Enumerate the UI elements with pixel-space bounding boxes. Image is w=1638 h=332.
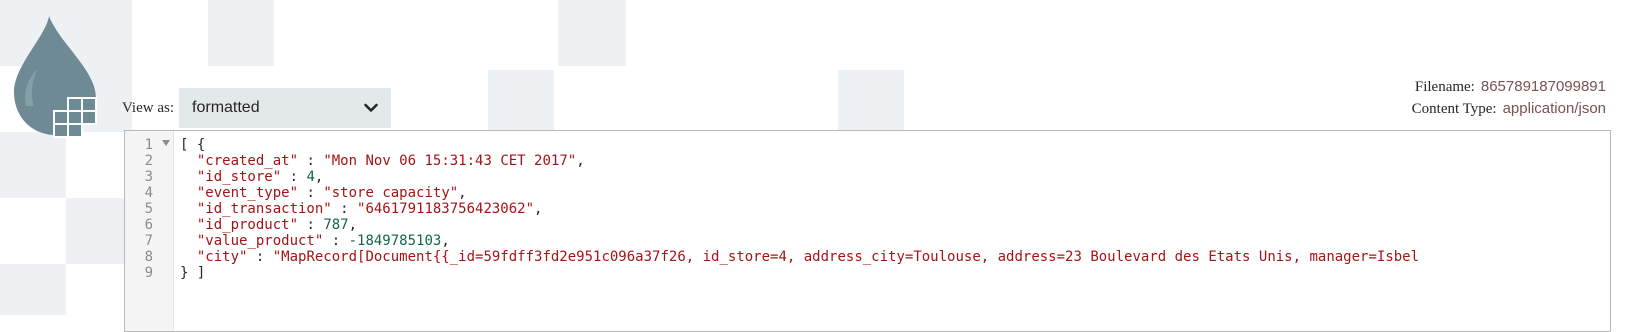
json-comma: , [576, 153, 585, 169]
background-tile [208, 0, 274, 66]
code-line: [ { [180, 137, 1610, 153]
json-key: "created_at" [196, 153, 299, 169]
view-as-select[interactable]: formatted [179, 88, 392, 128]
code-line: } ] [180, 265, 1610, 281]
code-line: "event_type" : "store capacity", [180, 185, 1610, 201]
json-separator: : [281, 169, 307, 185]
view-as-control: View as: formatted [122, 88, 392, 128]
json-open-bracket: [ { [180, 137, 206, 153]
json-key: "id_store" [196, 169, 282, 185]
json-key: "city" [196, 249, 248, 265]
code-line: "id_product" : 787, [180, 217, 1610, 233]
line-number: 1 [144, 137, 153, 153]
json-value: -1849785103 [348, 233, 442, 249]
background-tile [66, 198, 132, 264]
content-type-row: Content Type: application/json [1412, 98, 1606, 120]
content-type-value: application/json [1502, 100, 1606, 117]
json-comma: , [458, 185, 467, 201]
json-value: 787 [323, 217, 349, 233]
json-key: "event_type" [196, 185, 299, 201]
json-key: "value_product" [196, 233, 324, 249]
view-as-selected-value: formatted [192, 99, 260, 116]
code-line: "id_store" : 4, [180, 169, 1610, 185]
json-separator: : [247, 249, 273, 265]
json-value: "Mon Nov 06 15:31:43 CET 2017" [323, 153, 577, 169]
view-as-label: View as: [122, 99, 175, 116]
line-number: 8 [144, 249, 153, 265]
code-line: "created_at" : "Mon Nov 06 15:31:43 CET … [180, 153, 1610, 169]
nifi-drop-logo-icon [14, 16, 97, 138]
json-close-bracket: } ] [180, 265, 206, 281]
filename-label: Filename: [1414, 79, 1475, 95]
line-number: 5 [144, 201, 153, 217]
fold-toggle-icon[interactable] [162, 140, 170, 146]
line-number: 7 [144, 233, 153, 249]
json-separator: : [331, 201, 358, 217]
json-separator: : [298, 185, 324, 201]
background-tile [488, 70, 554, 130]
json-separator: : [323, 233, 349, 249]
line-number: 2 [144, 153, 153, 169]
json-comma: , [314, 169, 324, 185]
json-comma: , [534, 201, 543, 217]
background-tile [0, 132, 66, 198]
content-editor[interactable]: 1 2 3 4 5 6 7 8 9 [ { "created_at" : "Mo… [124, 130, 1611, 332]
json-comma: , [348, 217, 358, 233]
json-key: "id_product" [196, 217, 299, 233]
background-tile [0, 264, 66, 315]
content-type-label: Content Type: [1411, 101, 1497, 117]
json-separator: : [298, 217, 324, 233]
json-key: "id_transaction" [196, 201, 332, 217]
background-tile [838, 70, 904, 130]
line-number: 4 [144, 185, 153, 201]
line-number: 6 [144, 217, 153, 233]
line-number: 3 [144, 169, 153, 185]
line-number: 9 [144, 265, 153, 281]
content-metadata: Filename: 865789187099891 Content Type: ap… [1412, 76, 1606, 120]
filename-row: Filename: 865789187099891 [1412, 76, 1606, 98]
filename-value: 865789187099891 [1480, 78, 1606, 95]
background-tile [558, 0, 626, 66]
json-value: "MapRecord[Document{{_id=59fdff3fd2e951c… [272, 249, 1420, 265]
code-line: "id_transaction" : "6461791183756423062"… [180, 201, 1610, 217]
code-area: [ { "created_at" : "Mon Nov 06 15:31:43 … [180, 137, 1610, 281]
code-line: "value_product" : -1849785103, [180, 233, 1610, 249]
json-separator: : [298, 153, 324, 169]
line-number-gutter: 1 2 3 4 5 6 7 8 9 [125, 131, 174, 331]
json-value: 4 [306, 169, 315, 185]
json-value: "store capacity" [323, 185, 459, 201]
json-comma: , [441, 233, 450, 249]
json-value: "6461791183756423062" [357, 201, 535, 217]
code-line: "city" : "MapRecord[Document{{_id=59fdff… [180, 249, 1610, 265]
chevron-down-icon [364, 103, 378, 112]
